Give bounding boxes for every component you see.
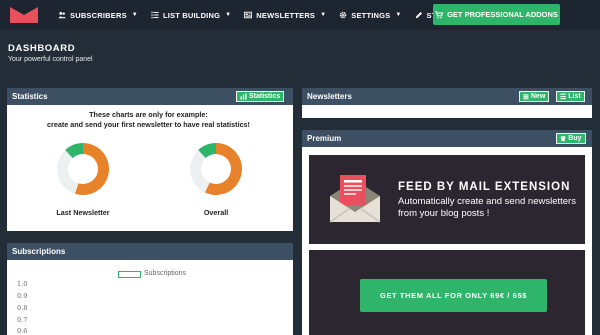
buy-button-label: Buy xyxy=(568,135,582,142)
chevron-down-icon: ▼ xyxy=(395,12,402,18)
plus-square-icon: ⊞ xyxy=(523,93,529,101)
users-icon xyxy=(58,11,66,19)
pro-button-label: GET PROFESSIONAL ADDONS xyxy=(447,10,558,19)
overall-donut-chart xyxy=(190,143,242,195)
page-title: DASHBOARD xyxy=(8,43,76,54)
statistics-note: These charts are only for example: creat… xyxy=(7,110,290,130)
top-navbar: SUBSCRIBERS ▼ LIST BUILDING ▼ NEWSLETTERS ▼ SE… xyxy=(0,0,600,30)
premium-panel-title: Premium xyxy=(307,134,342,143)
statistics-button[interactable]: Statistics xyxy=(236,91,285,102)
last-newsletter-chart-label: Last Newsletter xyxy=(56,208,110,217)
buy-button[interactable]: ♛ Buy xyxy=(556,133,586,144)
newspaper-icon xyxy=(244,11,253,19)
statistics-note-line1: These charts are only for example: xyxy=(89,110,208,119)
logo-icon[interactable] xyxy=(10,7,38,23)
y-tick-label: 0.7 xyxy=(17,316,28,324)
overall-chart-label: Overall xyxy=(203,208,229,217)
list-newsletters-button[interactable]: ☰ List xyxy=(556,91,585,102)
nav-item-label: NEWSLETTERS xyxy=(256,10,316,20)
statistics-button-label: Statistics xyxy=(249,93,281,100)
statistics-note-line2: create and send your first newsletter to… xyxy=(47,120,250,129)
nav-item-label: LIST BUILDING xyxy=(162,10,221,20)
subscriptions-legend-label: Subscriptions xyxy=(144,270,187,277)
list-icon xyxy=(151,11,159,19)
premium-panel-header: Premium xyxy=(302,130,592,147)
bar-chart-icon xyxy=(240,93,247,100)
page-header xyxy=(0,30,600,76)
promo-text: Automatically create and send newsletter… xyxy=(398,196,576,219)
statistics-panel-title: Statistics xyxy=(12,92,48,101)
page-subtitle: Your powerful control panel xyxy=(8,56,93,63)
y-tick-label: 0.8 xyxy=(17,304,28,312)
pencil-icon xyxy=(415,11,423,19)
new-newsletter-button[interactable]: ⊞ New xyxy=(519,91,550,102)
chevron-down-icon: ▼ xyxy=(225,12,232,18)
promo-title: FEED BY MAIL EXTENSION xyxy=(398,181,571,193)
shopping-cart-icon xyxy=(435,10,444,18)
last-newsletter-donut-chart xyxy=(57,143,109,195)
list-button-label: List xyxy=(568,93,581,100)
get-professional-addons-button[interactable]: GET PROFESSIONAL ADDONS xyxy=(433,4,560,25)
newsletters-panel-body xyxy=(302,105,592,118)
subscriptions-legend-swatch xyxy=(118,271,141,278)
nav-item-newsletters[interactable]: NEWSLETTERS ▼ xyxy=(244,11,326,20)
envelope-newspaper-icon xyxy=(329,175,381,223)
nav-item-label: SUBSCRIBERS xyxy=(70,10,127,20)
list-icon: ☰ xyxy=(560,93,567,101)
nav-menu: SUBSCRIBERS ▼ LIST BUILDING ▼ NEWSLETTERS ▼ SE… xyxy=(58,0,470,30)
statistics-panel-body: These charts are only for example: creat… xyxy=(7,105,293,231)
chevron-down-icon: ▼ xyxy=(131,12,138,18)
new-button-label: New xyxy=(530,93,546,100)
gear-icon xyxy=(339,11,347,19)
y-tick-label: 0.9 xyxy=(17,292,28,300)
get-them-all-button[interactable]: GET THEM ALL FOR ONLY 69€ / 65$ xyxy=(360,279,547,312)
y-tick-label: 1.0 xyxy=(17,280,28,288)
nav-item-subscribers[interactable]: SUBSCRIBERS ▼ xyxy=(58,11,138,20)
nav-item-list-building[interactable]: LIST BUILDING ▼ xyxy=(151,11,231,20)
subscriptions-panel-header: Subscriptions xyxy=(7,243,293,260)
newsletters-panel-title: Newsletters xyxy=(307,92,352,101)
trophy-icon: ♛ xyxy=(560,135,567,143)
nav-item-settings[interactable]: SETTINGS ▼ xyxy=(339,11,401,20)
y-tick-label: 0.6 xyxy=(17,327,28,335)
subscriptions-panel-title: Subscriptions xyxy=(12,247,66,256)
nav-item-label: SETTINGS xyxy=(351,10,391,20)
donut-segment xyxy=(57,150,79,194)
chevron-down-icon: ▼ xyxy=(320,12,327,18)
